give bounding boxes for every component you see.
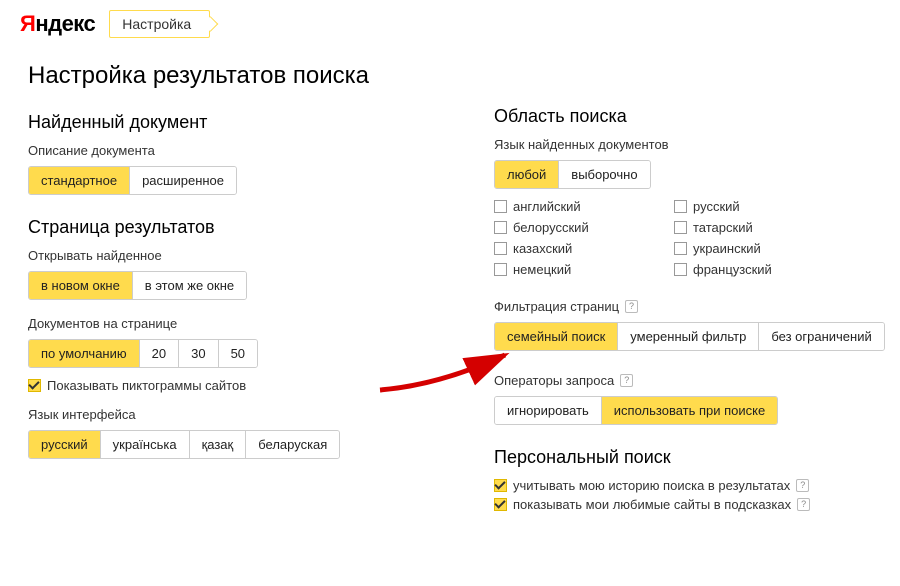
logo[interactable]: Яндекс	[20, 11, 95, 37]
lang-item-german[interactable]: немецкий	[494, 262, 644, 277]
help-icon[interactable]: ?	[625, 300, 638, 313]
section-results-page: Страница результатов Открывать найденное…	[28, 217, 414, 459]
docs-option-20[interactable]: 20	[139, 340, 178, 367]
desc-option-extended[interactable]: расширенное	[129, 167, 236, 194]
lang-grid: английский русский белорусский татарский…	[494, 199, 824, 277]
personal-history-row[interactable]: учитывать мою историю поиска в результат…	[494, 478, 880, 493]
settings-pill-label: Настройка	[122, 16, 191, 32]
show-favicons-checkbox[interactable]	[28, 379, 41, 392]
help-icon[interactable]: ?	[620, 374, 633, 387]
section-found-document: Найденный документ Описание документа ст…	[28, 112, 414, 195]
results-page-heading: Страница результатов	[28, 217, 414, 238]
found-doc-heading: Найденный документ	[28, 112, 414, 133]
iface-lang-kz[interactable]: қазақ	[189, 431, 246, 458]
left-column: Настройка результатов поиска Найденный д…	[28, 62, 414, 534]
show-favicons-label: Показывать пиктограммы сайтов	[47, 378, 246, 393]
lang-checkbox[interactable]	[674, 200, 687, 213]
lang-checkbox[interactable]	[674, 263, 687, 276]
desc-options: стандартное расширенное	[28, 166, 237, 195]
lang-item-belarusian[interactable]: белорусский	[494, 220, 644, 235]
show-favicons-row[interactable]: Показывать пиктограммы сайтов	[28, 378, 414, 393]
help-icon[interactable]: ?	[797, 498, 810, 511]
personal-fav-label: показывать мои любимые сайты в подсказка…	[513, 497, 791, 512]
docs-option-default[interactable]: по умолчанию	[29, 340, 139, 367]
operators-option-use[interactable]: использовать при поиске	[601, 397, 777, 424]
lang-mode-options: любой выборочно	[494, 160, 651, 189]
lang-checkbox[interactable]	[494, 263, 507, 276]
search-area-heading: Область поиска	[494, 106, 880, 127]
lang-item-english[interactable]: английский	[494, 199, 644, 214]
section-search-area: Область поиска Язык найденных документов…	[494, 106, 880, 277]
personal-fav-checkbox[interactable]	[494, 498, 507, 511]
iface-lang-options: русский українська қазақ беларуская	[28, 430, 340, 459]
right-column: Область поиска Язык найденных документов…	[494, 62, 880, 534]
personal-search-heading: Персональный поиск	[494, 447, 880, 468]
page-title: Настройка результатов поиска	[28, 62, 414, 90]
iface-lang-ru[interactable]: русский	[29, 431, 100, 458]
logo-rest: ндекс	[35, 11, 95, 36]
header: Яндекс Настройка	[0, 0, 900, 44]
lang-item-ukrainian[interactable]: украинский	[674, 241, 824, 256]
lang-item-french[interactable]: французский	[674, 262, 824, 277]
lang-mode-selective[interactable]: выборочно	[558, 161, 649, 188]
iface-lang-label: Язык интерфейса	[28, 407, 414, 422]
operators-option-ignore[interactable]: игнорировать	[495, 397, 601, 424]
personal-history-checkbox[interactable]	[494, 479, 507, 492]
filter-options: семейный поиск умеренный фильтр без огра…	[494, 322, 885, 351]
page-body: Настройка результатов поиска Найденный д…	[0, 44, 900, 534]
iface-lang-by[interactable]: беларуская	[245, 431, 339, 458]
settings-pill[interactable]: Настройка	[109, 10, 210, 38]
lang-mode-any[interactable]: любой	[495, 161, 558, 188]
lang-checkbox[interactable]	[674, 221, 687, 234]
filter-option-none[interactable]: без ограничений	[758, 323, 883, 350]
filter-option-moderate[interactable]: умеренный фильтр	[617, 323, 758, 350]
lang-checkbox[interactable]	[494, 200, 507, 213]
personal-history-label: учитывать мою историю поиска в результат…	[513, 478, 790, 493]
filter-label: Фильтрация страниц ?	[494, 299, 880, 314]
open-option-same-window[interactable]: в этом же окне	[132, 272, 246, 299]
filter-option-family[interactable]: семейный поиск	[495, 323, 617, 350]
logo-accent: Я	[20, 11, 35, 36]
desc-label: Описание документа	[28, 143, 414, 158]
lang-checkbox[interactable]	[674, 242, 687, 255]
section-personal-search: Персональный поиск учитывать мою историю…	[494, 447, 880, 512]
section-page-filter: Фильтрация страниц ? семейный поиск умер…	[494, 299, 880, 351]
open-label: Открывать найденное	[28, 248, 414, 263]
open-option-new-window[interactable]: в новом окне	[29, 272, 132, 299]
lang-checkbox[interactable]	[494, 221, 507, 234]
docs-options: по умолчанию 20 30 50	[28, 339, 258, 368]
docs-option-30[interactable]: 30	[178, 340, 217, 367]
lang-item-tatar[interactable]: татарский	[674, 220, 824, 235]
section-query-operators: Операторы запроса ? игнорировать использ…	[494, 373, 880, 425]
personal-fav-row[interactable]: показывать мои любимые сайты в подсказка…	[494, 497, 880, 512]
operators-label: Операторы запроса ?	[494, 373, 880, 388]
lang-item-russian[interactable]: русский	[674, 199, 824, 214]
docs-option-50[interactable]: 50	[218, 340, 257, 367]
open-options: в новом окне в этом же окне	[28, 271, 247, 300]
found-lang-label: Язык найденных документов	[494, 137, 880, 152]
docs-label: Документов на странице	[28, 316, 414, 331]
iface-lang-ua[interactable]: українська	[100, 431, 189, 458]
help-icon[interactable]: ?	[796, 479, 809, 492]
lang-checkbox[interactable]	[494, 242, 507, 255]
lang-item-kazakh[interactable]: казахский	[494, 241, 644, 256]
desc-option-standard[interactable]: стандартное	[29, 167, 129, 194]
operators-options: игнорировать использовать при поиске	[494, 396, 778, 425]
